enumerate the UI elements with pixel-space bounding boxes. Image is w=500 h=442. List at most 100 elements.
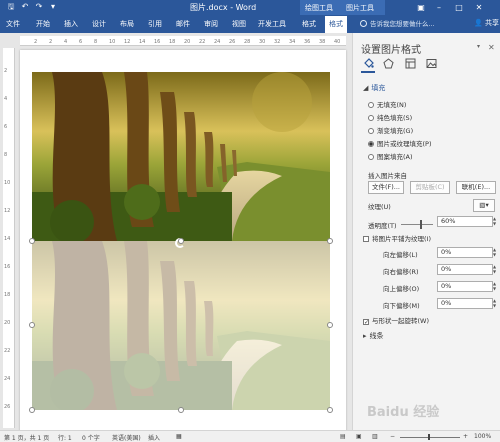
zoom-in-icon[interactable]: + (463, 433, 468, 440)
resize-handle-b[interactable] (178, 407, 184, 413)
watermark-text: Baidu 经验 (367, 405, 440, 420)
ruler-tick: 2 (34, 39, 38, 45)
tell-me-text: 告诉我您想要做什么... (370, 20, 435, 28)
word-count[interactable]: 0 个字 (82, 433, 100, 442)
tell-me-search[interactable]: 告诉我您想要做什么... (360, 18, 468, 30)
offset-right-spinner[interactable]: ▲ ▼ (493, 264, 499, 275)
document-area[interactable]: 2 2 4 6 8 10 12 14 16 18 20 22 24 26 28 30 32 34 36 38 40 24… (0, 33, 352, 430)
resize-handle-br[interactable] (327, 407, 333, 413)
resize-handle-bl[interactable] (29, 407, 35, 413)
tab-review[interactable]: 审阅 (204, 19, 218, 29)
radio-picture-texture-fill-label: 图片或纹理填充(P) (377, 140, 432, 148)
status-bar: 第 1 页，共 1 页 行: 1 0 个字 英语(美国) 插入 ▦ ▤ ▣ ▥ … (0, 430, 500, 442)
language[interactable]: 英语(美国) (112, 433, 141, 442)
picture-tools-label: 图片工具 (346, 4, 374, 12)
print-layout-icon[interactable]: ▣ (356, 433, 362, 440)
ruler-tick: 10 (4, 180, 11, 186)
pane-options-icon[interactable]: ▾ (477, 43, 480, 50)
offset-left-input[interactable]: 0% (437, 247, 493, 258)
zoom-slider-thumb[interactable] (428, 434, 430, 440)
file-button[interactable]: 文件(F)... (368, 181, 404, 194)
offset-bottom-spinner[interactable]: ▲ ▼ (493, 298, 499, 309)
resize-handle-tr[interactable] (327, 238, 333, 244)
tab-mailings[interactable]: 邮件 (176, 19, 190, 29)
radio-pattern-fill[interactable]: 图案填充(A) (368, 151, 413, 161)
tab-insert[interactable]: 插入 (64, 19, 78, 29)
offset-left-spinner[interactable]: ▲ ▼ (493, 247, 499, 258)
radio-solid-fill[interactable]: 纯色填充(S) (368, 112, 412, 122)
offset-bottom-input[interactable]: 0% (437, 298, 493, 309)
tab-references[interactable]: 引用 (148, 19, 162, 29)
radio-no-fill[interactable]: 无填充(N) (368, 99, 406, 109)
tile-checkbox-label: 将图片平铺为纹理(I) (372, 235, 431, 243)
radio-gradient-fill[interactable]: 渐变填充(G) (368, 125, 413, 135)
web-layout-icon[interactable]: ▥ (372, 433, 378, 440)
ruler-tick: 26 (4, 404, 11, 410)
minimize-icon[interactable]: – (432, 1, 446, 14)
macro-icon[interactable]: ▦ (176, 433, 182, 440)
close-icon[interactable]: ✕ (472, 1, 486, 14)
rotate-with-shape-checkbox[interactable]: ✓ 与形状一起旋转(W) (363, 315, 429, 326)
resize-handle-tl[interactable] (29, 238, 35, 244)
undo-icon[interactable]: ↶ (20, 2, 30, 12)
section-fill[interactable]: ◢ 填充 (363, 83, 385, 93)
tab-developer[interactable]: 开发工具 (258, 19, 286, 29)
offset-top-spinner[interactable]: ▲ ▼ (493, 281, 499, 292)
resize-handle-t[interactable] (178, 238, 184, 244)
zoom-level[interactable]: 100% (474, 433, 491, 440)
transparency-slider-thumb[interactable] (420, 220, 423, 229)
save-icon[interactable]: 🖫 (6, 2, 16, 12)
radio-gradient-fill-label: 渐变填充(G) (377, 127, 414, 135)
tab-view[interactable]: 视图 (232, 19, 246, 29)
tab-home[interactable]: 开始 (36, 19, 50, 29)
vertical-ruler[interactable]: 2 4 6 8 10 12 14 16 18 20 22 24 26 (3, 48, 15, 428)
restore-icon[interactable]: □ (452, 1, 466, 14)
tab-layout[interactable]: 布局 (120, 19, 134, 29)
radio-picture-texture-fill[interactable]: 图片或纹理填充(P) (368, 138, 432, 148)
effects-icon[interactable] (383, 58, 394, 69)
close-icon[interactable]: ✕ (488, 43, 495, 52)
tab-design[interactable]: 设计 (92, 19, 106, 29)
tab-format-drawing[interactable]: 格式 (302, 19, 316, 29)
line-number[interactable]: 行: 1 (58, 433, 72, 442)
customize-icon[interactable]: ▾ (48, 2, 58, 12)
checkbox-box-checked: ✓ (363, 319, 370, 326)
zoom-slider[interactable] (400, 437, 460, 438)
online-button[interactable]: 联机(E)... (456, 181, 496, 194)
resize-handle-l[interactable] (29, 322, 35, 328)
ribbon-options-icon[interactable]: ▣ (414, 1, 428, 14)
section-line[interactable]: ▸ 线条 (363, 331, 384, 341)
tree-lined-road-image (32, 72, 330, 241)
transparency-spinner[interactable]: ▲ ▼ (493, 216, 499, 227)
picture-icon[interactable] (426, 58, 437, 69)
page-count[interactable]: 第 1 页，共 1 页 (4, 433, 49, 442)
zoom-out-icon[interactable]: − (390, 433, 395, 440)
texture-picker-button[interactable]: ▧▾ (473, 199, 495, 212)
share-button[interactable]: 👤 共享 (474, 18, 499, 28)
transparency-slider[interactable] (401, 224, 433, 225)
tab-format-picture[interactable]: 格式 (325, 16, 347, 33)
fill-line-icon[interactable] (363, 58, 374, 69)
format-picture-pane: 设置图片格式 ▾ ✕ ◢ 填充 无填充(N) 纯色填充(S) 渐变填充(G) 图片… (352, 33, 500, 430)
radio-no-fill-label: 无填充(N) (377, 101, 407, 109)
tile-checkbox[interactable]: 将图片平铺为纹理(I) (363, 233, 431, 243)
layout-properties-icon[interactable] (405, 58, 416, 69)
horizontal-ruler[interactable]: 2 2 4 6 8 10 12 14 16 18 20 22 24 26 28 30 32 34 36 38 40 (20, 36, 346, 46)
clipboard-button[interactable]: 剪贴板(C) (410, 181, 450, 194)
ruler-tick: 8 (4, 152, 8, 158)
chevron-right-icon: ▸ (363, 332, 367, 340)
resize-handle-r[interactable] (327, 322, 333, 328)
offset-left-label: 向左偏移(L) (383, 251, 418, 259)
transparency-input[interactable]: 60% (437, 216, 493, 227)
document-page[interactable] (20, 50, 346, 430)
offset-top-input[interactable]: 0% (437, 281, 493, 292)
redo-icon[interactable]: ↷ (34, 2, 44, 12)
offset-right-input[interactable]: 0% (437, 264, 493, 275)
picture-transparent[interactable] (32, 241, 330, 410)
insert-mode[interactable]: 插入 (148, 433, 160, 442)
read-mode-icon[interactable]: ▤ (340, 433, 346, 440)
picture-original[interactable] (32, 72, 330, 241)
tab-file[interactable]: 文件 (6, 19, 20, 29)
contextual-tab-header: 绘图工具 图片工具 (300, 0, 385, 15)
ruler-tick: 14 (139, 39, 146, 45)
